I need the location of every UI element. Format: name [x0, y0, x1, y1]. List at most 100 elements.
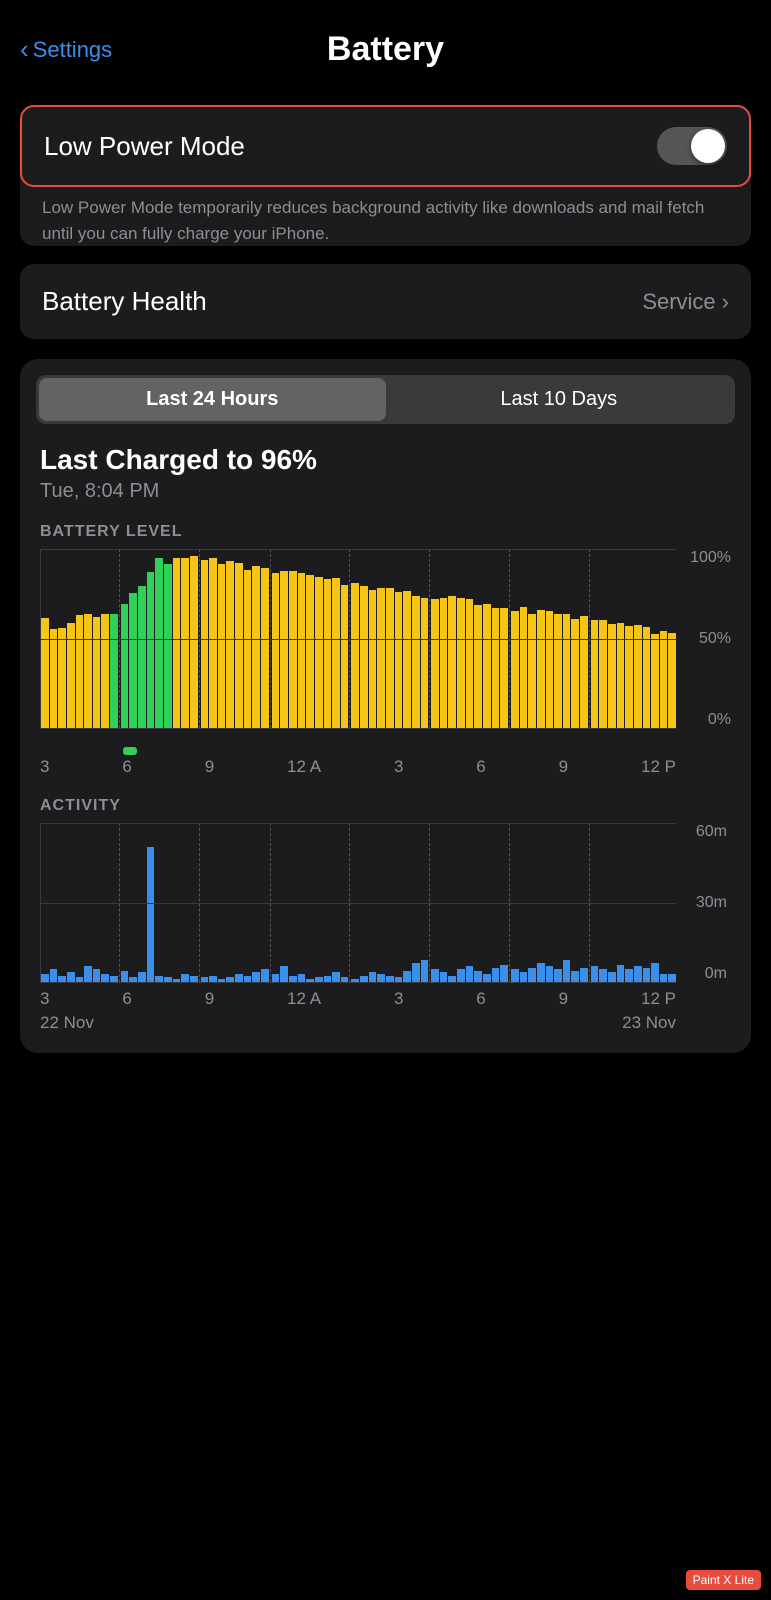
activity-bar: [261, 969, 269, 982]
low-power-section: Low Power Mode Low Power Mode temporaril…: [20, 105, 751, 246]
activity-bar: [272, 974, 280, 982]
battery-bar: [580, 616, 588, 728]
battery-health-value: Service: [642, 289, 715, 315]
battery-bar: [272, 573, 280, 728]
tab-10d[interactable]: Last 10 Days: [386, 378, 733, 421]
battery-bar: [608, 624, 616, 728]
battery-bar: [164, 564, 172, 728]
battery-chart-area: [40, 549, 676, 729]
battery-bar: [315, 577, 323, 728]
activity-bar: [164, 977, 172, 982]
activity-bar: [280, 966, 288, 982]
battery-bar: [138, 586, 146, 728]
back-button[interactable]: ‹ Settings: [20, 37, 112, 63]
activity-bar: [190, 976, 198, 982]
battery-chart: [40, 549, 676, 729]
x-label-9am: 9: [205, 757, 214, 777]
activity-chart-divider: [509, 823, 510, 982]
battery-bar: [252, 566, 260, 728]
activity-bar: [218, 979, 226, 982]
act-x-12p: 12 P: [641, 989, 676, 1009]
battery-bar: [332, 578, 340, 728]
header: ‹ Settings Battery: [0, 0, 771, 89]
activity-bar: [457, 969, 465, 982]
battery-bar: [369, 590, 377, 728]
act-x-3am: 3: [40, 989, 49, 1009]
activity-bar: [440, 972, 448, 982]
battery-bar: [351, 583, 359, 728]
battery-bar: [599, 620, 607, 728]
battery-bar: [634, 625, 642, 728]
x-label-6pm: 6: [476, 757, 485, 777]
battery-bar: [412, 596, 420, 728]
activity-bar: [226, 977, 234, 982]
activity-bar: [546, 966, 554, 982]
activity-bar: [395, 977, 403, 982]
y-label-50: 50%: [699, 630, 731, 648]
date-23nov: 23 Nov: [622, 1013, 676, 1033]
battery-bar: [617, 623, 625, 728]
act-x-6pm: 6: [476, 989, 485, 1009]
low-power-row[interactable]: Low Power Mode: [20, 105, 751, 187]
battery-bar: [50, 629, 58, 728]
battery-bar: [403, 591, 411, 728]
act-x-3pm: 3: [394, 989, 403, 1009]
chart-divider: [119, 549, 120, 728]
activity-bar: [155, 976, 163, 982]
activity-bar: [520, 972, 528, 982]
activity-bar: [643, 968, 651, 982]
chevron-right-icon: ›: [722, 289, 729, 315]
battery-bar: [474, 605, 482, 728]
battery-health-card: Battery Health Service ›: [20, 264, 751, 339]
activity-chart: [40, 823, 676, 983]
x-label-3am: 3: [40, 757, 49, 777]
activity-bar: [93, 969, 101, 982]
battery-bar: [181, 558, 189, 728]
activity-bar: [58, 976, 66, 982]
activity-bar: [591, 966, 599, 982]
battery-bar: [298, 573, 306, 728]
battery-bar: [386, 588, 394, 728]
activity-bar: [147, 847, 155, 982]
low-power-label: Low Power Mode: [44, 131, 245, 162]
x-label-3pm: 3: [394, 757, 403, 777]
tab-24h[interactable]: Last 24 Hours: [39, 378, 386, 421]
battery-bar: [554, 614, 562, 728]
battery-bar: [563, 614, 571, 728]
battery-bar: [226, 561, 234, 728]
y-label-100: 100%: [679, 549, 731, 567]
battery-bar: [511, 611, 519, 728]
activity-bar: [138, 972, 146, 982]
battery-bar: [546, 611, 554, 728]
activity-bar: [121, 971, 129, 982]
activity-y-30: 30m: [696, 894, 727, 912]
battery-bar: [421, 598, 429, 728]
battery-bar: [235, 563, 243, 728]
activity-y-0: 0m: [705, 965, 727, 983]
low-power-toggle[interactable]: [657, 127, 727, 165]
battery-bar: [448, 596, 456, 728]
activity-bar: [351, 979, 359, 982]
battery-bar: [244, 570, 252, 728]
battery-bar: [571, 619, 579, 728]
watermark: Paint X Lite: [686, 1570, 761, 1590]
battery-bar: [41, 618, 49, 728]
activity-bar: [421, 960, 429, 982]
battery-bar: [190, 556, 198, 728]
battery-bar: [84, 614, 92, 728]
chart-divider: [509, 549, 510, 728]
chart-divider: [349, 549, 350, 728]
battery-bar: [280, 571, 288, 728]
battery-bar: [377, 588, 385, 728]
battery-bar: [625, 626, 633, 728]
battery-bar: [147, 572, 155, 728]
activity-bar: [252, 972, 260, 982]
battery-level-label: BATTERY LEVEL: [40, 523, 731, 541]
battery-bar: [121, 604, 129, 728]
charging-indicator: [123, 747, 137, 755]
activity-chart-divider: [429, 823, 430, 982]
battery-chart-container: 100% 50% 0%: [40, 549, 731, 729]
battery-health-row[interactable]: Battery Health Service ›: [20, 264, 751, 339]
activity-bar: [528, 968, 536, 982]
battery-bar: [341, 585, 349, 728]
